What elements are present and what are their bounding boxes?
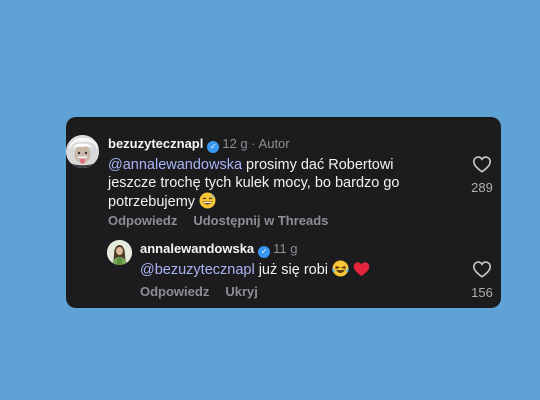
reply-mention[interactable]: @bezuzytecznapl (140, 262, 255, 278)
author-label: Autor (258, 136, 290, 151)
red-heart-emoji-icon (353, 261, 370, 282)
reply-like-count: 156 (471, 285, 493, 300)
comment-text-line-2: jeszcze trochę tych kulek mocy, bo bardz… (108, 175, 400, 191)
reply-text: @bezuzytecznapl już się robi (140, 260, 370, 282)
reply-username[interactable]: annalewandowska (140, 241, 254, 256)
laughing-tears-emoji-icon (332, 260, 349, 282)
verified-badge-icon: ✓ (258, 246, 271, 258)
comment-text-part: potrzebujemy (108, 194, 196, 210)
like-heart-icon[interactable] (472, 155, 492, 173)
reply-button[interactable]: Odpowiedz (108, 213, 177, 228)
comment-text-line-1: @annalewandowska prosimy dać Robertowi (108, 156, 394, 174)
verified-badge-icon: ✓ (207, 141, 220, 153)
comment-text-line-3: potrzebujemy (108, 192, 216, 214)
reply-actions: Odpowiedz Ukryj (140, 284, 274, 300)
reply-time: 11 g (273, 241, 298, 256)
avatar-annalewandowska[interactable] (107, 240, 132, 265)
reply-text-part: już się robi (254, 262, 333, 278)
separator-dot: · (251, 136, 256, 151)
comment-time: 12 g (222, 136, 248, 151)
reply-reply-button[interactable]: Odpowiedz (140, 284, 209, 299)
avatar-bezuzytecznapl[interactable] (66, 135, 99, 168)
comment-text-part: prosimy dać Robertowi (242, 157, 394, 173)
hide-button[interactable]: Ukryj (225, 284, 258, 299)
reply-like-heart-icon[interactable] (472, 260, 492, 278)
reply-header: annalewandowska ✓ 11 g (140, 241, 298, 258)
comment-header: bezuzytecznapl ✓ 12 g · Autor (108, 136, 290, 153)
like-count: 289 (471, 180, 493, 195)
comment-card: bezuzytecznapl ✓ 12 g · Autor @annalewando… (66, 117, 501, 308)
grinning-sweat-emoji-icon (199, 192, 216, 214)
comment-username[interactable]: bezuzytecznapl (108, 136, 203, 151)
comment-actions: Odpowiedz Udostępnij w Threads (108, 213, 344, 229)
share-threads-button[interactable]: Udostępnij w Threads (193, 213, 328, 228)
comment-mention[interactable]: @annalewandowska (108, 157, 242, 173)
